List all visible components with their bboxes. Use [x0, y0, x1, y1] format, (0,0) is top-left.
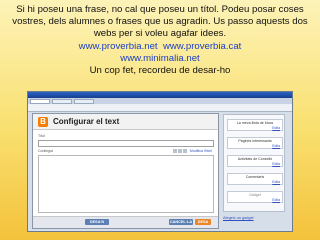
browser-tab[interactable] — [74, 99, 94, 104]
save-button[interactable]: DESA — [195, 219, 211, 225]
gadget-title: Comentaris — [245, 175, 265, 179]
editor-toolbar: Modifica l'html — [38, 148, 212, 154]
caption-line-1: Si hi poseu una frase, no cal que poseu … — [16, 4, 304, 15]
gadget-edit-link[interactable]: Edita — [272, 144, 280, 148]
configure-text-dialog: B Configurar el text Títol Contingut Mod… — [32, 113, 219, 229]
layout-gadget-box[interactable]: Gadget Edita — [227, 191, 283, 203]
browser-tab[interactable] — [52, 99, 72, 104]
layout-gadget-box[interactable]: Activitats de Conselló Edita — [227, 155, 283, 167]
gadget-edit-link[interactable]: Edita — [272, 126, 280, 130]
gadget-edit-link[interactable]: Edita — [272, 162, 280, 166]
gadget-edit-link[interactable]: Edita — [272, 180, 280, 184]
cancel-button[interactable]: CANCEL·LA — [169, 219, 193, 225]
layout-gadget-box[interactable]: Comentaris Edita — [227, 173, 283, 185]
minimalia-link[interactable]: www.minimalia.net — [0, 53, 320, 65]
gadget-title: Pàgines interessants — [238, 139, 272, 143]
caption-links-row: www.proverbia.net www.proverbia.cat — [0, 41, 320, 53]
gadget-title: La meva llista de blocs — [236, 121, 274, 125]
desa-button[interactable]: DESA'N — [85, 219, 109, 225]
dialog-header: B Configurar el text — [33, 114, 218, 130]
title-label: Títol — [38, 134, 45, 138]
caption-line-2: vostres, dels alumnes o frases que us ag… — [12, 16, 308, 28]
address-bar[interactable] — [28, 104, 292, 112]
layout-panel: La meva llista de blocs Edita Pàgines in… — [223, 114, 285, 212]
bold-icon[interactable] — [172, 149, 177, 153]
content-editor[interactable] — [38, 155, 214, 213]
layout-gadget-box[interactable]: La meva llista de blocs Edita — [227, 119, 283, 131]
italic-icon[interactable] — [177, 149, 182, 153]
proverbia-net-link[interactable]: www.proverbia.net — [79, 41, 158, 52]
dialog-title: Configurar el text — [53, 117, 120, 126]
blogger-icon: B — [38, 116, 48, 127]
dialog-footer: DESA'N CANCEL·LA DESA — [33, 216, 218, 228]
gadget-title: Activitats de Conselló — [237, 157, 273, 161]
gadget-edit-link[interactable]: Edita — [272, 198, 280, 202]
title-input[interactable] — [38, 140, 214, 147]
caption-line-3: webs per si voleu agafar idees. — [93, 28, 227, 40]
browser-screenshot: B Configurar el text Títol Contingut Mod… — [27, 91, 293, 232]
layout-gadget-box[interactable]: Pàgines interessants Edita — [227, 137, 283, 149]
instructions-caption: Si hi poseu una frase, no cal que poseu … — [0, 4, 320, 77]
browser-tab[interactable] — [30, 99, 50, 104]
proverbia-cat-link[interactable]: www.proverbia.cat — [163, 41, 241, 52]
gadget-title: Gadget — [249, 193, 261, 197]
add-gadget-link[interactable]: Afegeix un gadget — [223, 216, 254, 220]
edit-html-link[interactable]: Modifica l'html — [190, 149, 212, 153]
link-icon[interactable] — [182, 149, 187, 153]
caption-line-5: Un cop fet, recordeu de desar-ho — [89, 65, 231, 77]
